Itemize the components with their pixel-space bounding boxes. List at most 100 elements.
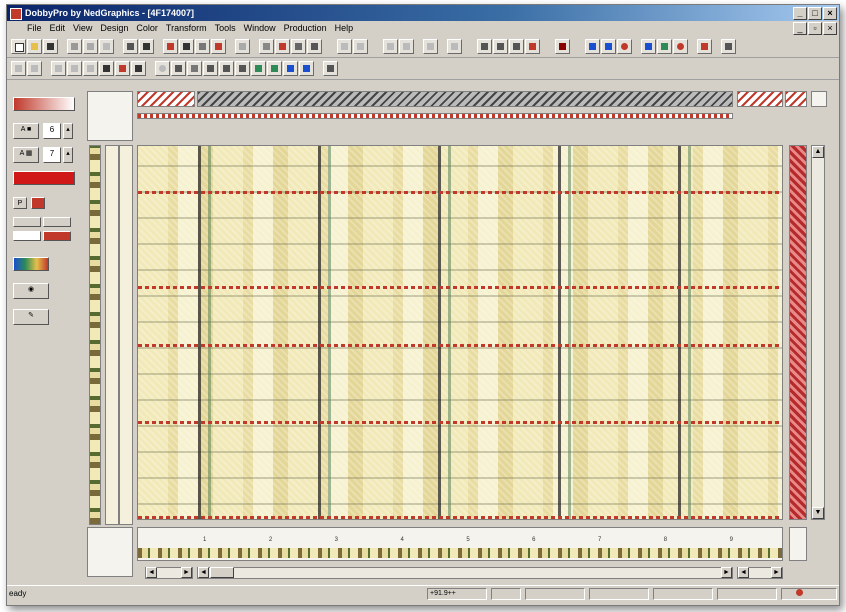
red-swatch[interactable] [43,231,71,241]
liftplan-icon[interactable] [211,39,226,54]
field-top-spinner[interactable]: ▴ [63,123,73,139]
palette-icon[interactable] [697,39,712,54]
threading-icon[interactable] [195,39,210,54]
threading-draft[interactable] [197,91,733,107]
fabric-view-button[interactable]: ◉ [13,283,49,299]
export-icon[interactable] [721,39,736,54]
new-file-icon[interactable] [11,39,26,54]
measure-icon[interactable] [447,39,462,54]
columns-icon[interactable] [307,39,322,54]
split-icon[interactable] [283,61,298,76]
scroll-right-arrow[interactable]: ► [181,567,192,578]
stop-icon[interactable] [673,39,688,54]
diagonal-icon[interactable] [187,61,202,76]
maximize-button[interactable]: □ [808,7,822,20]
horizontal-scrollbar[interactable]: ◄ ► [197,567,733,579]
mirror-icon[interactable] [399,39,414,54]
scroll-down-arrow[interactable]: ▼ [812,507,824,519]
field-bottom-spinner[interactable]: ▴ [63,147,73,163]
color-wand-button[interactable]: ✎ [13,309,49,325]
warp-color-bar[interactable] [138,548,782,558]
scroll-up-arrow[interactable]: ▲ [812,146,824,158]
color-gradient-button[interactable] [13,97,75,111]
copy-icon[interactable] [83,39,98,54]
weft-color-strip[interactable] [89,145,101,525]
close-button[interactable]: × [823,7,837,20]
menu-color[interactable]: Color [132,21,162,35]
tieup-box[interactable] [785,91,807,107]
color-palette-dropdown[interactable] [13,257,49,271]
rows-icon[interactable] [291,39,306,54]
pattern-a-icon[interactable] [477,39,492,54]
menu-view[interactable]: View [69,21,96,35]
shift-icon[interactable] [235,61,250,76]
field-bottom-input[interactable]: 7 [43,147,61,163]
frame-b-icon[interactable] [27,61,42,76]
field-top-input[interactable]: 6 [43,123,61,139]
up-green-icon[interactable] [657,39,672,54]
fabric-simulation-canvas[interactable] [137,145,783,520]
warp-color-strip[interactable] [137,113,733,119]
scroll-thumb[interactable] [210,567,234,578]
satin-icon[interactable] [219,61,234,76]
menu-transform[interactable]: Transform [162,21,211,35]
rect-b-icon[interactable] [83,61,98,76]
scroll-right-arrow[interactable]: ► [721,567,732,578]
cut-icon[interactable] [67,39,82,54]
right-horizontal-scrollbar[interactable]: ◄ ► [737,567,783,579]
play-icon[interactable] [585,39,600,54]
fill-icon[interactable] [115,61,130,76]
menu-production[interactable]: Production [280,21,331,35]
move-icon[interactable] [171,61,186,76]
merge-icon[interactable] [299,61,314,76]
mdi-close-button[interactable]: × [823,22,837,35]
insert-warp-icon[interactable] [337,39,352,54]
zoom-icon[interactable] [235,39,250,54]
add-warp-icon[interactable] [251,61,266,76]
menu-edit[interactable]: Edit [46,21,70,35]
open-file-icon[interactable] [27,39,42,54]
ellipse-icon[interactable] [155,61,170,76]
tieup-left-strip[interactable] [137,91,195,107]
scroll-left-arrow[interactable]: ◄ [738,567,749,578]
weave-b-button[interactable]: A ▦ [13,147,39,163]
line-icon[interactable] [131,61,146,76]
up-blue-icon[interactable] [641,39,656,54]
scroll-right-arrow[interactable]: ► [771,567,782,578]
weave-a-button[interactable]: A ■ [13,123,39,139]
insert-weft-icon[interactable] [353,39,368,54]
vertical-scrollbar[interactable]: ▲ ▼ [811,145,825,520]
rect-fill-icon[interactable] [67,61,82,76]
step-forward-icon[interactable] [601,39,616,54]
white-swatch[interactable] [13,231,41,241]
scroll-left-arrow[interactable]: ◄ [146,567,157,578]
pencil-icon[interactable] [99,61,114,76]
menu-tools[interactable]: Tools [211,21,240,35]
select-icon[interactable] [275,39,290,54]
help-icon[interactable] [139,39,154,54]
scroll-left-arrow[interactable]: ◄ [198,567,209,578]
record-icon[interactable] [555,39,570,54]
center-icon[interactable] [323,61,338,76]
print-icon[interactable] [123,39,138,54]
tieup-side-box[interactable] [811,91,827,107]
small-left-button[interactable] [13,217,41,227]
left-horizontal-scrollbar[interactable]: ◄ ► [145,567,193,579]
doc-menu-icon[interactable] [7,21,23,35]
weft-treadling-column[interactable] [789,145,807,520]
small-right-button[interactable] [43,217,71,227]
menu-file[interactable]: File [23,21,46,35]
align-left-icon[interactable] [259,39,274,54]
pattern-b-icon[interactable] [493,39,508,54]
stop-red-icon[interactable] [617,39,632,54]
threading-right-strip[interactable] [737,91,783,107]
menu-window[interactable]: Window [240,21,280,35]
save-icon[interactable] [43,39,58,54]
frame-icon[interactable] [11,61,26,76]
curve-icon[interactable] [525,39,540,54]
undo-icon[interactable] [423,39,438,54]
menu-help[interactable]: Help [331,21,358,35]
menu-design[interactable]: Design [96,21,132,35]
pattern-c-icon[interactable] [509,39,524,54]
repeat-icon[interactable] [383,39,398,54]
